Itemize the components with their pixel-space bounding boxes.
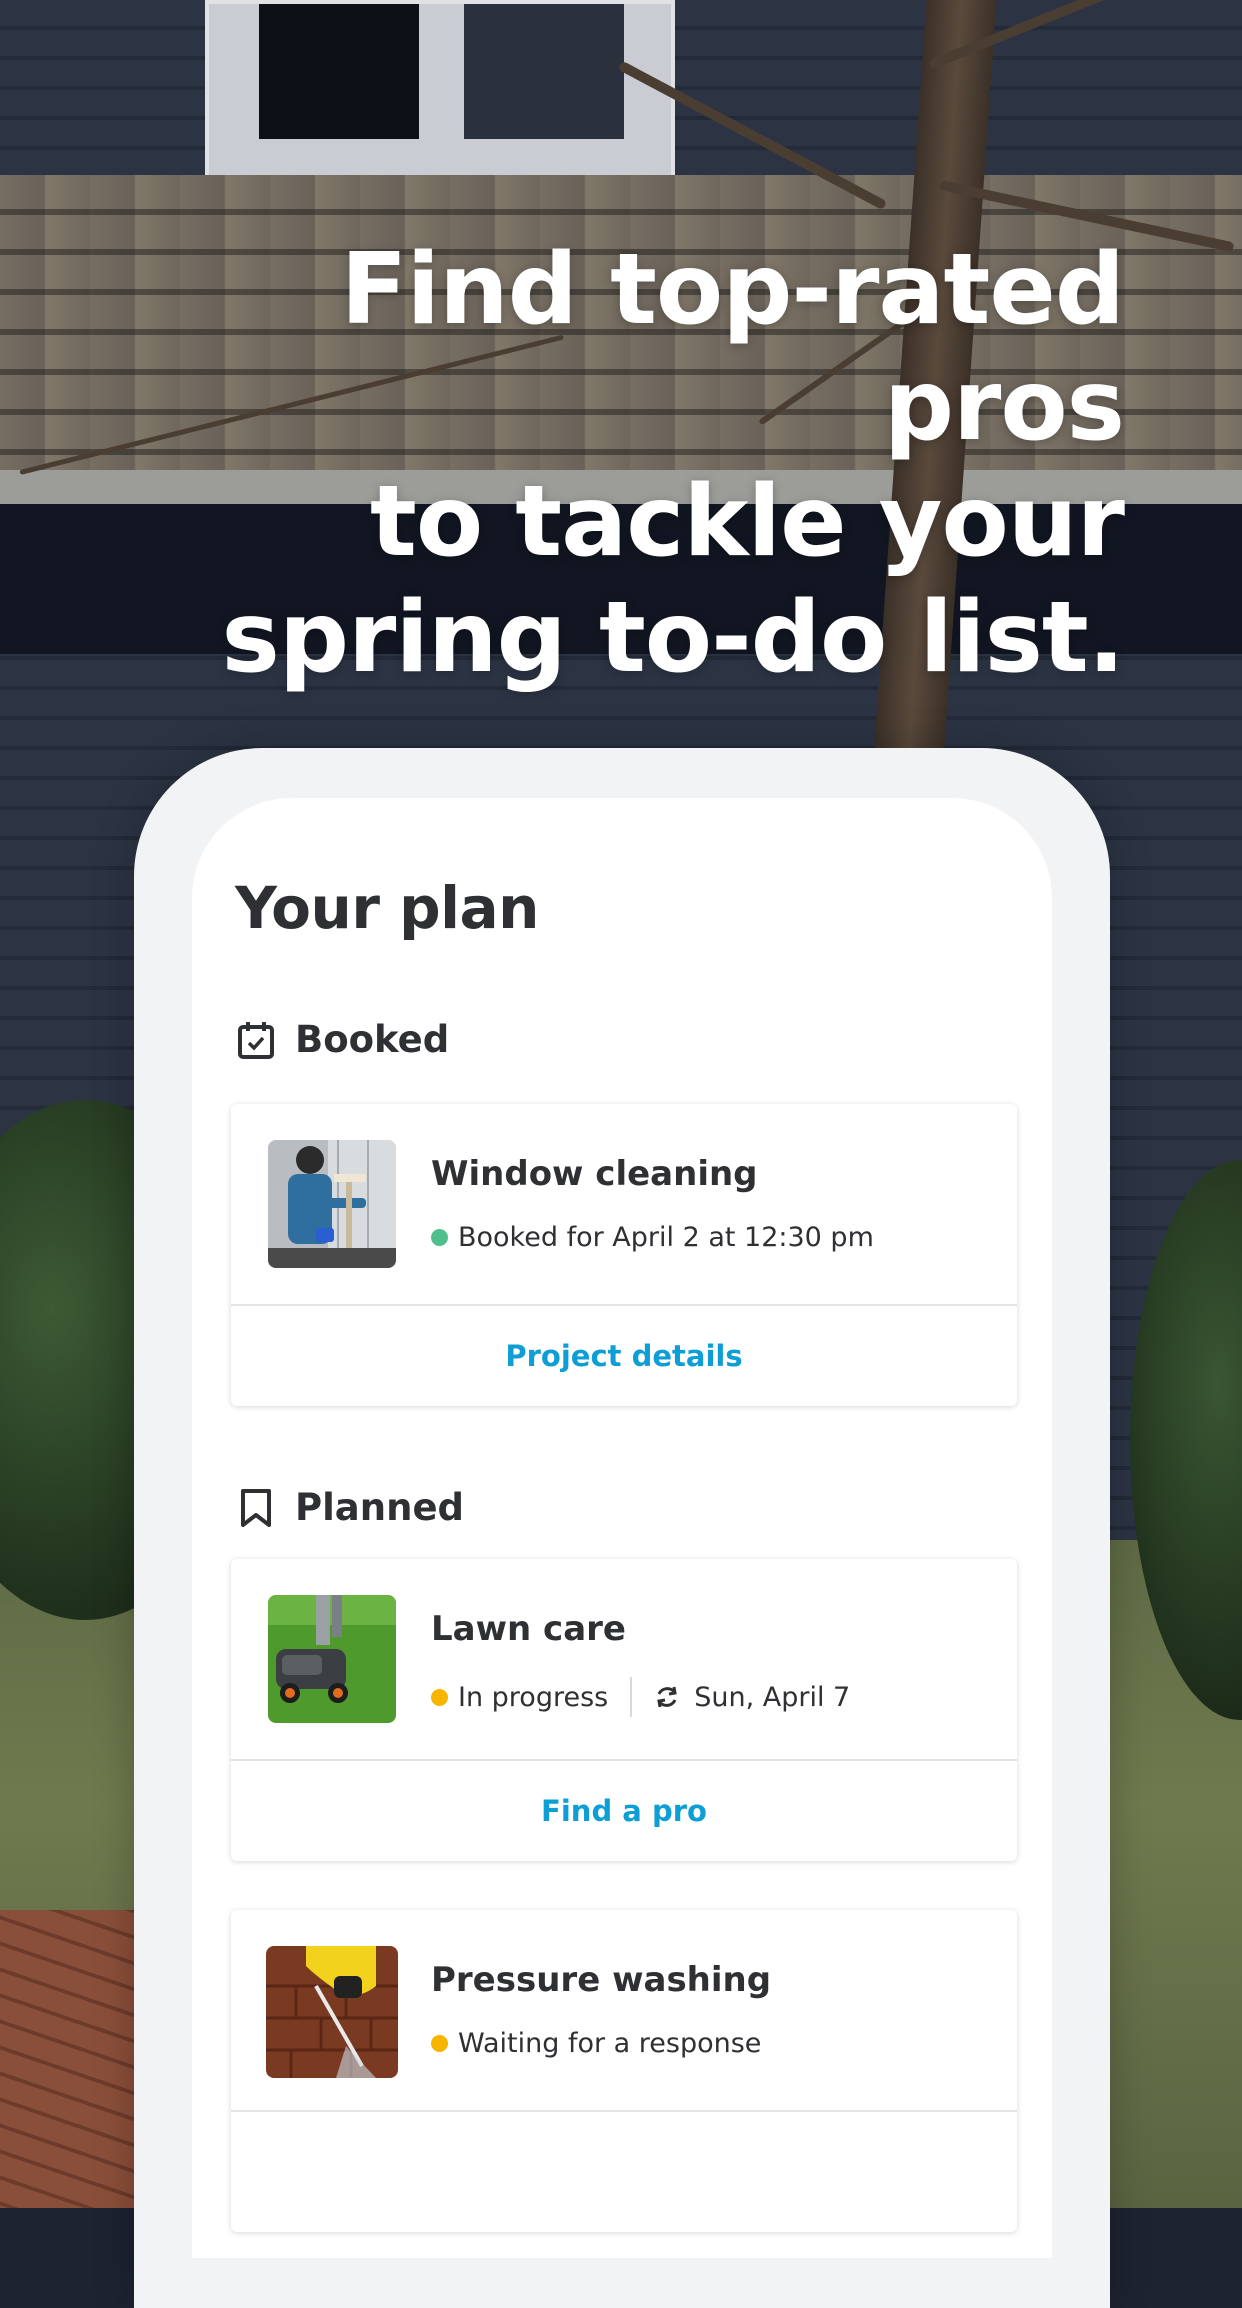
headline-line-1: Find top-rated pros: [340, 233, 1126, 463]
project-card-window-cleaning[interactable]: Window cleaning Booked for April 2 at 12…: [231, 1104, 1017, 1406]
status-row: Waiting for a response: [431, 2028, 761, 2059]
card-summary[interactable]: Lawn care In progress Sun, April 7: [231, 1559, 1017, 1761]
status-text: Booked for April 2 at 12:30 pm: [458, 1222, 874, 1253]
section-header-booked: Booked: [235, 1018, 449, 1061]
calendar-check-icon: [235, 1019, 277, 1061]
status-dot: [431, 2035, 448, 2052]
card-summary[interactable]: Window cleaning Booked for April 2 at 12…: [231, 1104, 1017, 1306]
status-text: Waiting for a response: [458, 2028, 762, 2059]
find-a-pro-button[interactable]: Find a pro: [231, 1761, 1017, 1861]
project-thumbnail: [266, 1946, 398, 2078]
bookmark-icon: [235, 1487, 277, 1529]
section-label-planned: Planned: [295, 1486, 465, 1529]
phone-mockup: Your plan Booked Window cleaning Booked …: [134, 748, 1110, 2308]
phone-screen: Your plan Booked Window cleaning Booked …: [192, 798, 1052, 2258]
status-text: In progress: [458, 1681, 609, 1713]
headline-line-2: to tackle your: [369, 465, 1125, 579]
project-details-button[interactable]: Project details: [231, 1306, 1017, 1406]
headline-line-3: spring to-do list.: [221, 581, 1125, 695]
project-title: Lawn care: [431, 1609, 626, 1649]
promo-headline: Find top-rated pros to tackle your sprin…: [74, 232, 1126, 696]
status-dot: [431, 1229, 448, 1246]
status-row: Booked for April 2 at 12:30 pm: [431, 1222, 874, 1253]
house-window: [205, 0, 675, 182]
repeat-icon: [654, 1684, 680, 1710]
project-card-pressure-washing[interactable]: Pressure washing Waiting for a response: [231, 1910, 1017, 2232]
section-label-booked: Booked: [295, 1018, 450, 1061]
project-thumbnail: [268, 1595, 396, 1723]
card-action-area: [231, 2112, 1017, 2232]
project-title: Window cleaning: [431, 1154, 758, 1194]
status-dot: [431, 1688, 448, 1706]
project-card-lawn-care[interactable]: Lawn care In progress Sun, April 7 Find …: [231, 1559, 1017, 1861]
page-title: Your plan: [235, 874, 539, 942]
card-summary[interactable]: Pressure washing Waiting for a response: [231, 1910, 1017, 2112]
section-header-planned: Planned: [235, 1486, 464, 1529]
schedule-text: Sun, April 7: [694, 1681, 851, 1713]
status-row: In progress Sun, April 7: [431, 1677, 850, 1717]
project-title: Pressure washing: [431, 1960, 772, 2000]
status-divider: [630, 1677, 633, 1717]
project-thumbnail: [268, 1140, 396, 1268]
